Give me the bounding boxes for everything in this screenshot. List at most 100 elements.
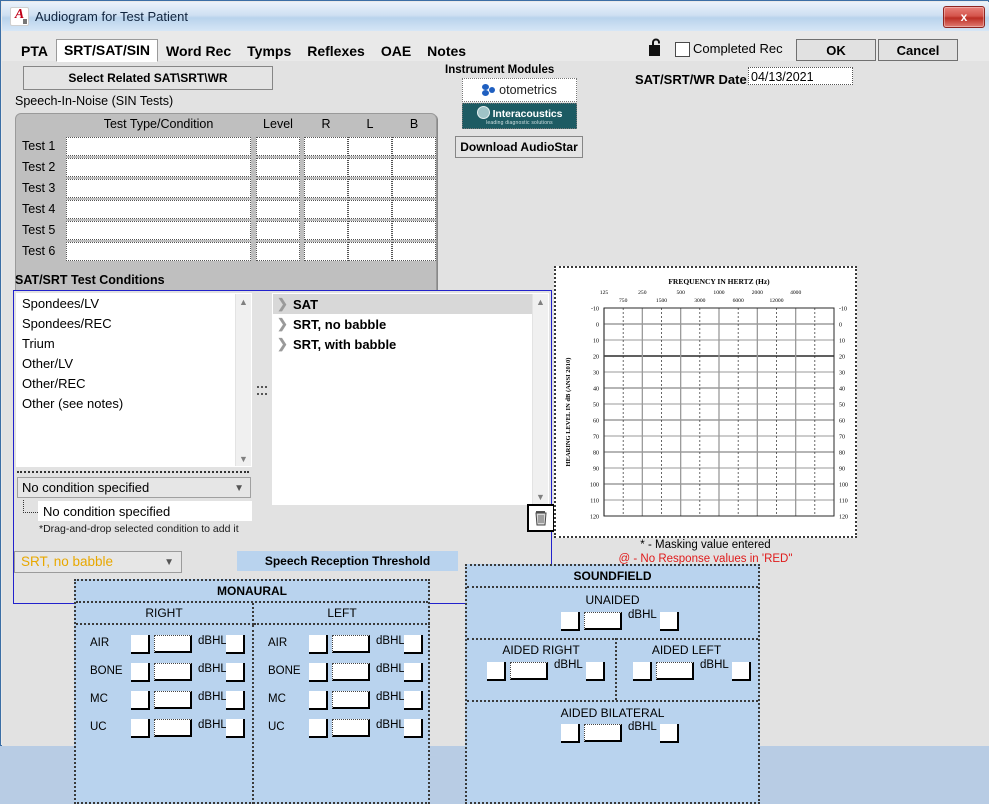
sin-cell-b[interactable] bbox=[392, 221, 436, 240]
sin-cell-b[interactable] bbox=[392, 158, 436, 177]
right-air-value[interactable] bbox=[154, 635, 192, 653]
left-mc-masking-checkbox[interactable] bbox=[309, 691, 328, 710]
sin-cell-type[interactable] bbox=[66, 158, 251, 177]
date-input[interactable]: 04/13/2021 bbox=[748, 67, 853, 85]
tab-word-rec[interactable]: Word Rec bbox=[158, 40, 239, 61]
soundfield-unaided-noresponse-checkbox[interactable] bbox=[660, 612, 679, 631]
tab-srt-sat-sin[interactable]: SRT/SAT/SIN bbox=[55, 39, 159, 62]
unlocked-padlock-icon[interactable] bbox=[647, 37, 665, 57]
sin-cell-r[interactable] bbox=[304, 200, 348, 219]
close-button[interactable]: x bbox=[943, 6, 985, 28]
chevron-right-icon[interactable]: ❯ bbox=[277, 296, 293, 312]
active-condition-dropdown[interactable]: SRT, no babble ▼ bbox=[14, 551, 182, 573]
right-mc-value[interactable] bbox=[154, 691, 192, 709]
available-conditions-scrollbar[interactable]: ▲ ▼ bbox=[235, 294, 251, 466]
scroll-down-icon[interactable]: ▼ bbox=[533, 489, 548, 504]
list-item[interactable]: Other (see notes) bbox=[17, 394, 251, 414]
ok-button[interactable]: OK bbox=[796, 39, 876, 61]
left-air-masking-checkbox[interactable] bbox=[309, 635, 328, 654]
scroll-up-icon[interactable]: ▲ bbox=[533, 294, 548, 309]
list-item[interactable]: ❯ SRT, with babble bbox=[273, 334, 548, 354]
sin-cell-l[interactable] bbox=[348, 158, 392, 177]
sin-cell-r[interactable] bbox=[304, 158, 348, 177]
sin-cell-level[interactable] bbox=[256, 221, 300, 240]
right-bone-value[interactable] bbox=[154, 663, 192, 681]
list-item[interactable]: ❯ SRT, no babble bbox=[273, 314, 548, 334]
scroll-down-icon[interactable]: ▼ bbox=[236, 451, 251, 466]
soundfield-aided-right-noresponse-checkbox[interactable] bbox=[586, 662, 605, 681]
sin-cell-level[interactable] bbox=[256, 179, 300, 198]
right-uc-masking-checkbox[interactable] bbox=[131, 719, 150, 738]
delete-condition-button[interactable] bbox=[527, 504, 555, 532]
splitter-handle[interactable] bbox=[257, 386, 267, 400]
left-uc-value[interactable] bbox=[332, 719, 370, 737]
left-air-value[interactable] bbox=[332, 635, 370, 653]
list-item[interactable]: Other/LV bbox=[17, 354, 251, 374]
list-item[interactable]: Trium bbox=[17, 334, 251, 354]
left-mc-noresponse-checkbox[interactable] bbox=[404, 691, 423, 710]
audiogram-chart[interactable]: FREQUENCY IN HERTZ (Hz) HEARING LEVEL IN … bbox=[554, 266, 857, 538]
sin-cell-b[interactable] bbox=[392, 242, 436, 261]
chevron-right-icon[interactable]: ❯ bbox=[277, 336, 293, 352]
list-item[interactable]: Spondees/LV bbox=[17, 294, 251, 314]
right-air-masking-checkbox[interactable] bbox=[131, 635, 150, 654]
tab-tymps[interactable]: Tymps bbox=[239, 40, 299, 61]
sin-cell-level[interactable] bbox=[256, 200, 300, 219]
tab-pta[interactable]: PTA bbox=[13, 40, 56, 61]
otometrics-module-button[interactable]: otometrics bbox=[462, 78, 577, 102]
select-related-button[interactable]: Select Related SAT\SRT\WR bbox=[23, 66, 273, 90]
soundfield-aided-left-value[interactable] bbox=[656, 662, 694, 680]
soundfield-unaided-value[interactable] bbox=[584, 612, 622, 630]
sin-cell-l[interactable] bbox=[348, 221, 392, 240]
right-mc-noresponse-checkbox[interactable] bbox=[226, 691, 245, 710]
cancel-button[interactable]: Cancel bbox=[878, 39, 958, 61]
sin-cell-r[interactable] bbox=[304, 137, 348, 156]
left-uc-masking-checkbox[interactable] bbox=[309, 719, 328, 738]
left-bone-value[interactable] bbox=[332, 663, 370, 681]
right-uc-noresponse-checkbox[interactable] bbox=[226, 719, 245, 738]
sin-cell-b[interactable] bbox=[392, 179, 436, 198]
sin-cell-level[interactable] bbox=[256, 242, 300, 261]
list-item[interactable]: ❯ SAT bbox=[273, 294, 548, 314]
soundfield-aided-bilateral-noresponse-checkbox[interactable] bbox=[660, 724, 679, 743]
condition-select[interactable]: No condition specified ▼ bbox=[17, 477, 251, 498]
soundfield-aided-right-masking-checkbox[interactable] bbox=[487, 662, 506, 681]
sin-cell-level[interactable] bbox=[256, 137, 300, 156]
soundfield-aided-bilateral-masking-checkbox[interactable] bbox=[561, 724, 580, 743]
sin-cell-r[interactable] bbox=[304, 179, 348, 198]
soundfield-aided-right-value[interactable] bbox=[510, 662, 548, 680]
tab-notes[interactable]: Notes bbox=[419, 40, 474, 61]
right-mc-masking-checkbox[interactable] bbox=[131, 691, 150, 710]
condition-tree-scrollbar[interactable]: ▲ ▼ bbox=[532, 294, 548, 504]
sin-cell-r[interactable] bbox=[304, 221, 348, 240]
sin-cell-l[interactable] bbox=[348, 137, 392, 156]
sin-cell-type[interactable] bbox=[66, 200, 251, 219]
left-uc-noresponse-checkbox[interactable] bbox=[404, 719, 423, 738]
scroll-up-icon[interactable]: ▲ bbox=[236, 294, 251, 309]
completed-rec-checkbox[interactable] bbox=[675, 42, 690, 57]
right-bone-noresponse-checkbox[interactable] bbox=[226, 663, 245, 682]
tab-reflexes[interactable]: Reflexes bbox=[299, 40, 373, 61]
soundfield-aided-left-masking-checkbox[interactable] bbox=[633, 662, 652, 681]
left-bone-noresponse-checkbox[interactable] bbox=[404, 663, 423, 682]
sin-cell-b[interactable] bbox=[392, 200, 436, 219]
sin-cell-l[interactable] bbox=[348, 200, 392, 219]
sin-cell-b[interactable] bbox=[392, 137, 436, 156]
left-air-noresponse-checkbox[interactable] bbox=[404, 635, 423, 654]
chevron-right-icon[interactable]: ❯ bbox=[277, 316, 293, 332]
right-air-noresponse-checkbox[interactable] bbox=[226, 635, 245, 654]
chosen-condition-field[interactable]: No condition specified bbox=[38, 501, 252, 521]
interacoustics-module-button[interactable]: Interacoustics leading diagnostic soluti… bbox=[462, 103, 577, 129]
right-bone-masking-checkbox[interactable] bbox=[131, 663, 150, 682]
right-uc-value[interactable] bbox=[154, 719, 192, 737]
list-item[interactable]: Spondees/REC bbox=[17, 314, 251, 334]
sin-cell-type[interactable] bbox=[66, 242, 251, 261]
tab-oae[interactable]: OAE bbox=[373, 40, 419, 61]
soundfield-aided-bilateral-value[interactable] bbox=[584, 724, 622, 742]
sin-cell-type[interactable] bbox=[66, 221, 251, 240]
sin-cell-type[interactable] bbox=[66, 137, 251, 156]
sin-cell-level[interactable] bbox=[256, 158, 300, 177]
sin-cell-r[interactable] bbox=[304, 242, 348, 261]
left-bone-masking-checkbox[interactable] bbox=[309, 663, 328, 682]
sin-cell-l[interactable] bbox=[348, 179, 392, 198]
